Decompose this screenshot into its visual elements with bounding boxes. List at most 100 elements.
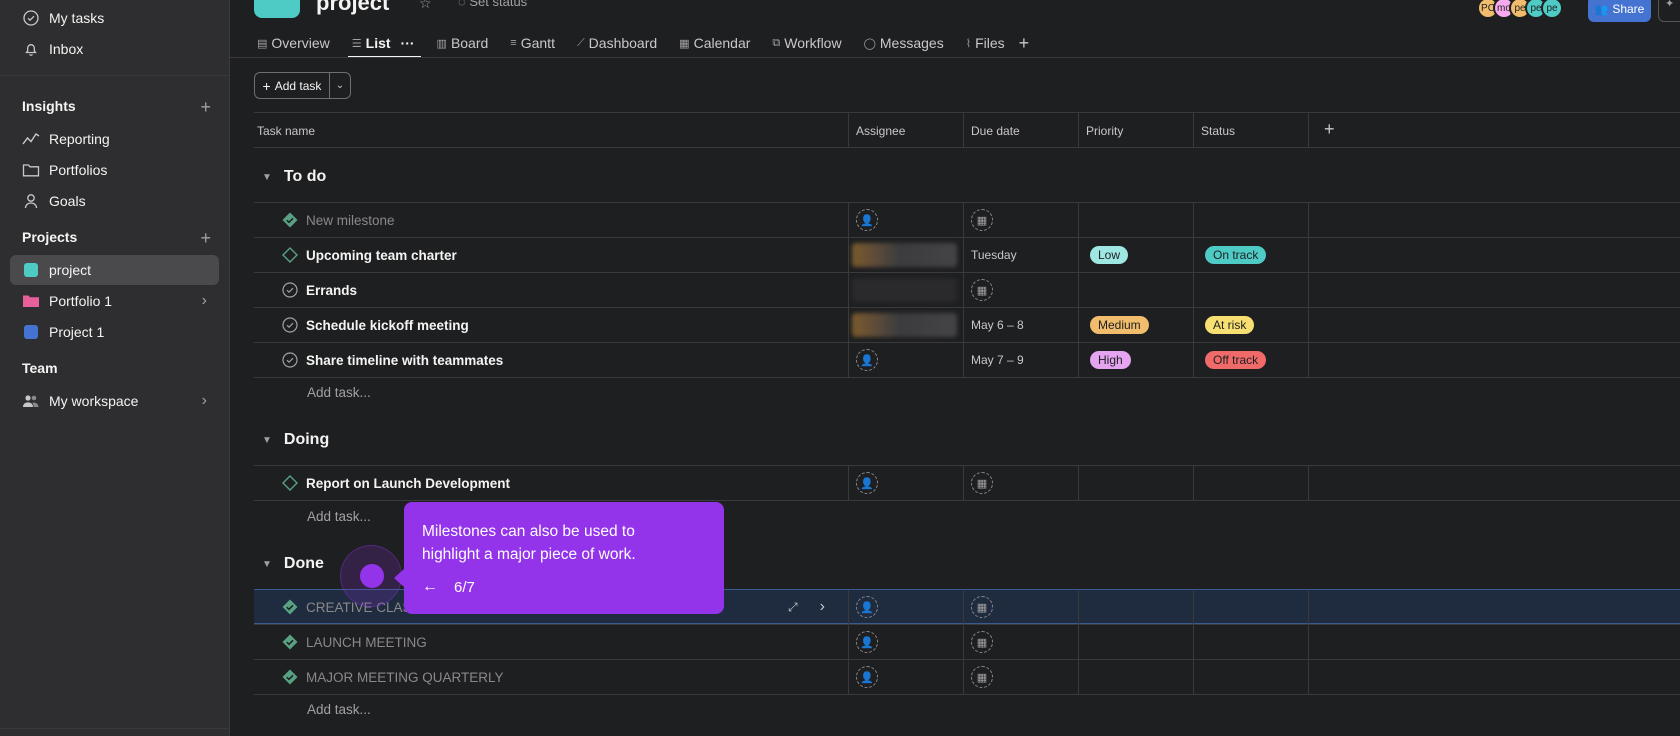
assignee-placeholder-icon[interactable]: 👤: [856, 472, 878, 494]
calendar-placeholder-icon[interactable]: ▦: [971, 596, 993, 618]
calendar-placeholder-icon[interactable]: ▦: [971, 209, 993, 231]
add-task-row[interactable]: Add task...: [307, 702, 371, 717]
calendar-placeholder-icon[interactable]: ▦: [971, 666, 993, 688]
tab-dashboard[interactable]: ⟋ Dashboard: [577, 30, 657, 56]
due-date-cell[interactable]: ▦: [971, 660, 993, 694]
assignee-placeholder-icon[interactable]: 👤: [856, 596, 878, 618]
milestone-complete-icon[interactable]: [281, 633, 299, 651]
subtask-icon[interactable]: ⤢: [788, 600, 798, 615]
collapse-triangle-icon[interactable]: ▼: [262, 172, 272, 183]
priority-cell[interactable]: High: [1090, 343, 1131, 377]
add-task-row[interactable]: Add task...: [307, 385, 371, 400]
milestone-complete-icon[interactable]: [281, 211, 299, 229]
sidebar-item-inbox[interactable]: Inbox: [10, 34, 219, 64]
calendar-placeholder-icon[interactable]: ▦: [971, 279, 993, 301]
column-separator[interactable]: [963, 112, 964, 148]
assignee-cell[interactable]: [852, 238, 957, 272]
due-date-cell[interactable]: ▦: [971, 625, 993, 659]
tab-calendar[interactable]: ▦ Calendar: [679, 30, 750, 56]
tour-beacon[interactable]: [360, 564, 384, 588]
check-circle-icon[interactable]: [281, 281, 299, 299]
assignee-placeholder-icon[interactable]: 👤: [856, 631, 878, 653]
assignee-cell[interactable]: 👤: [856, 625, 878, 659]
assignee-cell[interactable]: [852, 273, 957, 307]
priority-cell[interactable]: Low: [1090, 238, 1129, 272]
assignee-placeholder-icon[interactable]: 👤: [856, 209, 878, 231]
table-row[interactable]: LAUNCH MEETING 👤 ▦: [254, 624, 1680, 659]
arrow-left-icon[interactable]: ←: [422, 578, 438, 596]
column-separator[interactable]: [1308, 112, 1309, 148]
task-name[interactable]: Schedule kickoff meeting: [306, 308, 469, 342]
task-name[interactable]: Upcoming team charter: [306, 238, 457, 272]
column-separator[interactable]: [1078, 112, 1079, 148]
task-name[interactable]: New milestone: [306, 203, 395, 237]
sidebar-item-my-workspace[interactable]: My workspace ›: [10, 386, 219, 416]
sidebar-item-portfolios[interactable]: Portfolios: [10, 155, 219, 185]
milestone-icon[interactable]: [281, 474, 299, 492]
status-cell[interactable]: On track: [1205, 238, 1267, 272]
avatar[interactable]: pe: [1541, 0, 1563, 19]
column-header-priority[interactable]: Priority: [1086, 124, 1123, 138]
member-avatars[interactable]: PC mo pe pe pe: [1477, 0, 1563, 19]
tab-messages[interactable]: ◯ Messages: [864, 30, 944, 56]
status-cell[interactable]: At risk: [1205, 308, 1255, 342]
calendar-placeholder-icon[interactable]: ▦: [971, 631, 993, 653]
due-date-cell[interactable]: Tuesday: [971, 238, 1017, 272]
milestone-icon[interactable]: [281, 246, 299, 264]
tab-workflow[interactable]: ⧉ Workflow: [772, 30, 841, 56]
table-row[interactable]: Share timeline with teammates 👤 May 7 – …: [254, 342, 1680, 377]
milestone-complete-icon[interactable]: [281, 668, 299, 686]
assignee-cell[interactable]: [852, 308, 957, 342]
sidebar-item-project-1[interactable]: Project 1: [10, 317, 219, 347]
share-button[interactable]: 👥 Share: [1588, 0, 1651, 22]
task-name[interactable]: LAUNCH MEETING: [306, 625, 427, 659]
table-row[interactable]: New milestone 👤 ▦: [254, 202, 1680, 237]
table-row[interactable]: Report on Launch Development 👤 ▦: [254, 465, 1680, 500]
table-row[interactable]: Schedule kickoff meeting May 6 – 8 Mediu…: [254, 307, 1680, 342]
column-header-task-name[interactable]: Task name: [257, 124, 315, 138]
set-status-button[interactable]: ◌ Set status: [458, 0, 527, 9]
task-name[interactable]: Errands: [306, 273, 357, 307]
star-icon[interactable]: ☆: [419, 0, 432, 12]
add-task-button[interactable]: + Add task: [255, 73, 330, 98]
tab-files[interactable]: ⌇ Files: [966, 30, 1005, 56]
table-row[interactable]: Upcoming team charter Tuesday Low On tra…: [254, 237, 1680, 272]
sidebar-item-project[interactable]: project: [10, 255, 219, 285]
assignee-placeholder-icon[interactable]: 👤: [856, 666, 878, 688]
chevron-right-icon[interactable]: ›: [202, 292, 207, 310]
column-separator[interactable]: [1193, 112, 1194, 148]
section-header-to-do[interactable]: ▼ To do: [262, 168, 326, 186]
add-project-button[interactable]: +: [200, 229, 211, 247]
status-cell[interactable]: Off track: [1205, 343, 1267, 377]
assignee-cell[interactable]: 👤: [856, 466, 878, 500]
assignee-cell[interactable]: 👤: [856, 660, 878, 694]
add-insight-button[interactable]: +: [200, 98, 211, 116]
calendar-placeholder-icon[interactable]: ▦: [971, 472, 993, 494]
task-name[interactable]: Share timeline with teammates: [306, 343, 503, 377]
priority-cell[interactable]: Medium: [1090, 308, 1149, 342]
table-row[interactable]: Errands ▦: [254, 272, 1680, 307]
tab-options-icon[interactable]: ···: [401, 35, 415, 51]
tab-gantt[interactable]: ≡ Gantt: [510, 30, 555, 56]
sidebar-item-goals[interactable]: Goals: [10, 186, 219, 216]
assignee-placeholder-icon[interactable]: 👤: [856, 349, 878, 371]
assignee-cell[interactable]: 👤: [856, 590, 878, 624]
task-name[interactable]: Report on Launch Development: [306, 466, 510, 500]
tab-overview[interactable]: ▤ Overview: [257, 30, 330, 56]
add-column-button[interactable]: +: [1324, 119, 1335, 140]
milestone-complete-icon[interactable]: [281, 598, 299, 616]
assignee-cell[interactable]: 👤: [856, 343, 878, 377]
collapse-triangle-icon[interactable]: ▼: [262, 559, 272, 570]
section-header-doing[interactable]: ▼ Doing: [262, 431, 329, 449]
customize-button[interactable]: ✦: [1658, 0, 1680, 22]
tab-list[interactable]: ☰ List ···: [347, 30, 421, 58]
table-row[interactable]: MAJOR MEETING QUARTERLY 👤 ▦: [254, 659, 1680, 694]
add-task-row[interactable]: Add task...: [307, 509, 371, 524]
sidebar-item-portfolio-1[interactable]: Portfolio 1 ›: [10, 286, 219, 316]
due-date-cell[interactable]: May 7 – 9: [971, 343, 1024, 377]
tab-board[interactable]: ▥ Board: [437, 30, 489, 56]
due-date-cell[interactable]: ▦: [971, 590, 993, 624]
check-circle-icon[interactable]: [281, 351, 299, 369]
chevron-right-icon[interactable]: ›: [202, 392, 207, 410]
add-task-dropdown-button[interactable]: ⌄: [330, 73, 350, 98]
